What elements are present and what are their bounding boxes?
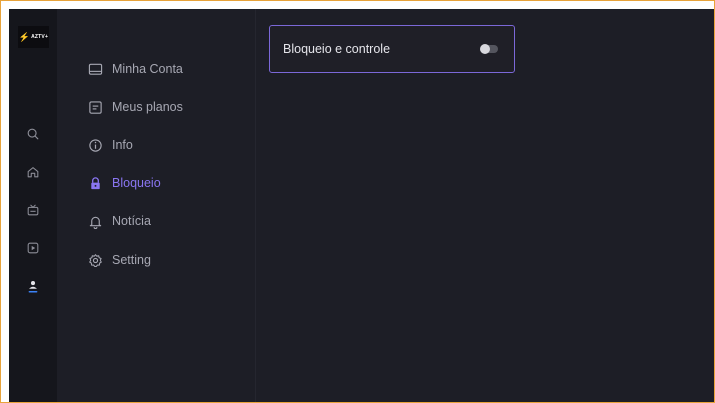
menu-item-label: Notícia [112, 214, 151, 228]
menu-item-bloqueio[interactable]: Bloqueio [87, 171, 247, 195]
logo-text: AZTV+ [31, 34, 49, 40]
menu-item-label: Info [112, 138, 133, 152]
plans-icon [87, 99, 103, 115]
menu-item-minha-conta[interactable]: Minha Conta [87, 57, 247, 81]
gear-icon [87, 252, 103, 268]
menu-item-setting[interactable]: Setting [87, 248, 247, 272]
lock-control-card[interactable]: Bloqueio e controle [269, 25, 515, 73]
search-icon[interactable] [25, 126, 41, 142]
tv-icon[interactable] [25, 202, 41, 218]
toggle-knob [480, 44, 490, 54]
app-logo: ⚡ AZTV+ [18, 26, 49, 48]
menu-item-noticia[interactable]: Notícia [87, 209, 247, 233]
settings-menu: Minha Conta Meus planos Info Bloqueio No… [57, 9, 255, 402]
home-icon[interactable] [25, 164, 41, 180]
bell-icon [87, 213, 103, 229]
menu-item-meus-planos[interactable]: Meus planos [87, 95, 247, 119]
menu-item-info[interactable]: Info [87, 133, 247, 157]
screenshot-frame: ⚡ AZTV+ Minha Conta Meus planos Info Blo… [0, 0, 715, 403]
icon-rail: ⚡ AZTV+ [9, 9, 57, 402]
menu-item-label: Bloqueio [112, 176, 161, 190]
user-icon[interactable] [25, 279, 41, 295]
lock-control-label: Bloqueio e controle [283, 42, 391, 56]
app-window: ⚡ AZTV+ Minha Conta Meus planos Info Blo… [9, 9, 714, 402]
menu-item-label: Minha Conta [112, 62, 183, 76]
lock-icon [87, 175, 103, 191]
lock-control-toggle[interactable] [480, 44, 498, 54]
menu-item-label: Setting [112, 253, 151, 267]
panel-divider [255, 9, 256, 402]
menu-item-label: Meus planos [112, 100, 183, 114]
account-card-icon [87, 61, 103, 77]
play-icon[interactable] [25, 240, 41, 256]
info-icon [87, 137, 103, 153]
bolt-icon: ⚡ [18, 31, 31, 42]
